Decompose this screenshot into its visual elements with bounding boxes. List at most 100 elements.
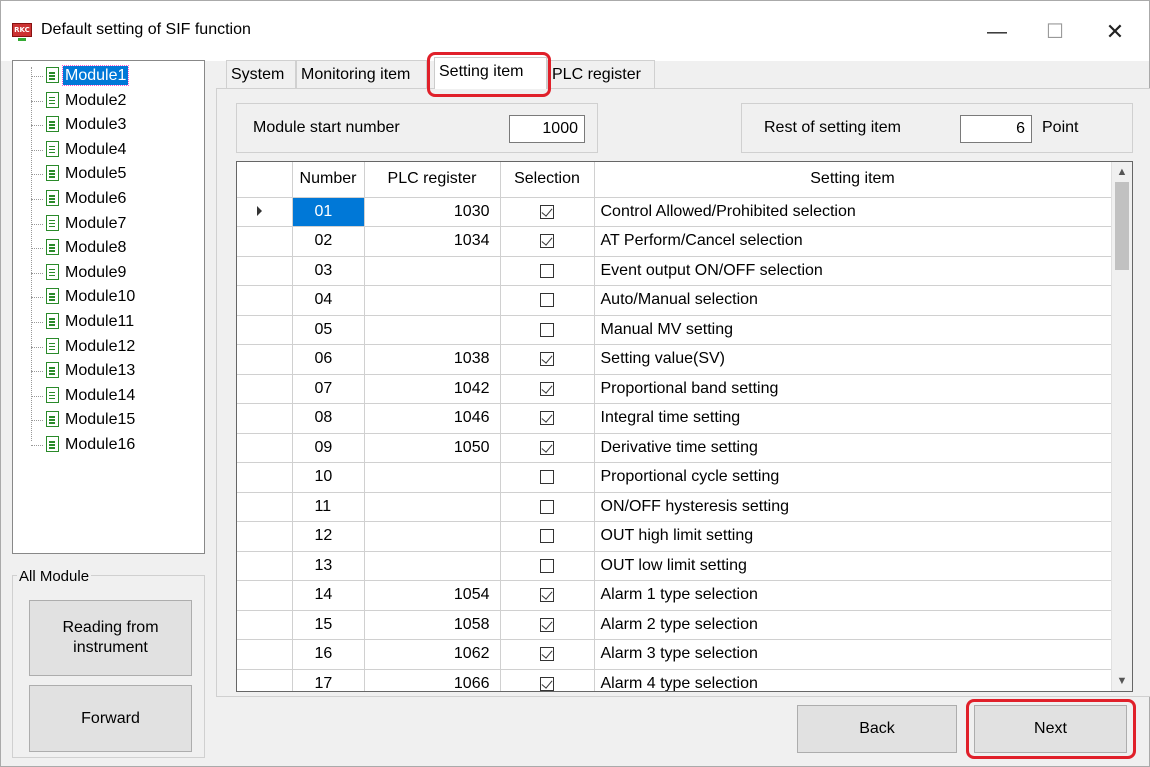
table-row[interactable]: 12 OUT high limit setting [237,521,1112,552]
cell-setting-item[interactable]: ON/OFF hysteresis setting [594,492,1112,522]
tree-item-module[interactable]: Module10 [13,286,203,308]
cell-selection[interactable] [500,374,595,404]
cell-number[interactable]: 17 [292,669,365,691]
selection-checkbox[interactable] [540,352,554,367]
tree-item-module[interactable]: Module7 [13,213,203,235]
table-row[interactable]: 03 Event output ON/OFF selection [237,256,1112,286]
tree-item-module[interactable]: Module13 [13,360,203,382]
reading-from-instrument-button[interactable]: Reading from instrument [29,600,192,676]
cell-plc-register[interactable] [364,285,501,316]
selection-checkbox[interactable] [540,499,554,514]
cell-number[interactable]: 09 [292,433,365,463]
row-indicator[interactable] [237,226,293,257]
table-row[interactable]: 06 1038 Setting value(SV) [237,344,1112,375]
tree-item-module[interactable]: Module3 [13,114,203,136]
cell-setting-item[interactable]: Control Allowed/Prohibited selection [594,197,1112,227]
table-row[interactable]: 08 1046 Integral time setting [237,403,1112,434]
cell-plc-register[interactable]: 1046 [364,403,501,434]
column-header-plc-register[interactable]: PLC register [364,162,501,198]
cell-selection[interactable] [500,521,595,552]
cell-selection[interactable] [500,315,595,345]
table-row[interactable]: 10 Proportional cycle setting [237,462,1112,493]
tree-item-module[interactable]: Module16 [13,434,203,456]
tree-item-module[interactable]: Module11 [13,311,203,333]
column-header-setting-item[interactable]: Setting item [594,162,1112,198]
cell-plc-register[interactable]: 1042 [364,374,501,404]
selection-checkbox[interactable] [540,322,554,337]
cell-plc-register[interactable]: 1034 [364,226,501,257]
table-row[interactable]: 15 1058 Alarm 2 type selection [237,610,1112,640]
cell-number[interactable]: 11 [292,492,365,522]
table-row[interactable]: 04 Auto/Manual selection [237,285,1112,316]
selection-checkbox[interactable] [540,204,554,219]
cell-plc-register[interactable]: 1054 [364,580,501,611]
cell-selection[interactable] [500,344,595,375]
table-row[interactable]: 11 ON/OFF hysteresis setting [237,492,1112,522]
maximize-icon[interactable]: ☐ [1031,15,1079,49]
column-header-number[interactable]: Number [292,162,365,198]
cell-selection[interactable] [500,610,595,640]
table-row[interactable]: 05 Manual MV setting [237,315,1112,345]
cell-setting-item[interactable]: Proportional band setting [594,374,1112,404]
tree-item-module[interactable]: Module15 [13,409,203,431]
back-button[interactable]: Back [797,705,957,753]
cell-selection[interactable] [500,197,595,227]
cell-setting-item[interactable]: Alarm 4 type selection [594,669,1112,691]
cell-number[interactable]: 04 [292,285,365,316]
tree-item-module[interactable]: Module12 [13,336,203,358]
scroll-down-icon[interactable]: ▼ [1112,671,1132,691]
cell-setting-item[interactable]: Manual MV setting [594,315,1112,345]
cell-number[interactable]: 14 [292,580,365,611]
close-icon[interactable]: ✕ [1091,15,1139,49]
module-tree[interactable]: Module1 Module2 Module3 Module4 Module5 Modul… [12,60,205,554]
cell-setting-item[interactable]: Proportional cycle setting [594,462,1112,493]
grid-scrollbar[interactable]: ▲ ▼ [1111,162,1132,691]
selection-checkbox[interactable] [540,529,554,544]
row-indicator[interactable] [237,580,293,611]
table-row[interactable]: 14 1054 Alarm 1 type selection [237,580,1112,611]
cell-number[interactable]: 01 [292,197,365,227]
row-indicator[interactable] [237,374,293,404]
row-indicator[interactable] [237,492,293,522]
scroll-up-icon[interactable]: ▲ [1112,162,1132,182]
cell-plc-register[interactable]: 1050 [364,433,501,463]
tree-item-module[interactable]: Module9 [13,262,203,284]
cell-setting-item[interactable]: Alarm 3 type selection [594,639,1112,670]
row-indicator[interactable] [237,197,293,227]
table-row[interactable]: 02 1034 AT Perform/Cancel selection [237,226,1112,257]
row-indicator[interactable] [237,285,293,316]
scroll-thumb[interactable] [1115,182,1129,270]
selection-checkbox[interactable] [540,293,554,308]
table-row[interactable]: 13 OUT low limit setting [237,551,1112,581]
row-indicator[interactable] [237,639,293,670]
selection-checkbox[interactable] [540,440,554,455]
cell-setting-item[interactable]: Integral time setting [594,403,1112,434]
cell-selection[interactable] [500,226,595,257]
column-header-selection[interactable]: Selection [500,162,595,198]
tree-item-module[interactable]: Module14 [13,385,203,407]
module-start-input[interactable]: 1000 [509,115,585,143]
cell-setting-item[interactable]: Auto/Manual selection [594,285,1112,316]
cell-number[interactable]: 05 [292,315,365,345]
table-row[interactable]: 01 1030 Control Allowed/Prohibited selecti… [237,197,1112,227]
selection-checkbox[interactable] [540,381,554,396]
cell-number[interactable]: 08 [292,403,365,434]
setting-item-grid[interactable]: Number PLC register Selection Setting it… [236,161,1133,692]
table-row[interactable]: 07 1042 Proportional band setting [237,374,1112,404]
cell-plc-register[interactable] [364,315,501,345]
row-indicator[interactable] [237,551,293,581]
selection-checkbox[interactable] [540,470,554,485]
cell-selection[interactable] [500,462,595,493]
cell-setting-item[interactable]: Alarm 1 type selection [594,580,1112,611]
row-indicator[interactable] [237,403,293,434]
cell-plc-register[interactable]: 1038 [364,344,501,375]
cell-setting-item[interactable]: OUT high limit setting [594,521,1112,552]
row-indicator[interactable] [237,669,293,691]
cell-plc-register[interactable]: 1062 [364,639,501,670]
row-indicator[interactable] [237,433,293,463]
tab-monitoring-item[interactable]: Monitoring item [296,60,427,88]
tab-system[interactable]: System [226,60,296,88]
tree-item-module[interactable]: Module6 [13,188,203,210]
cell-selection[interactable] [500,580,595,611]
cell-number[interactable]: 10 [292,462,365,493]
